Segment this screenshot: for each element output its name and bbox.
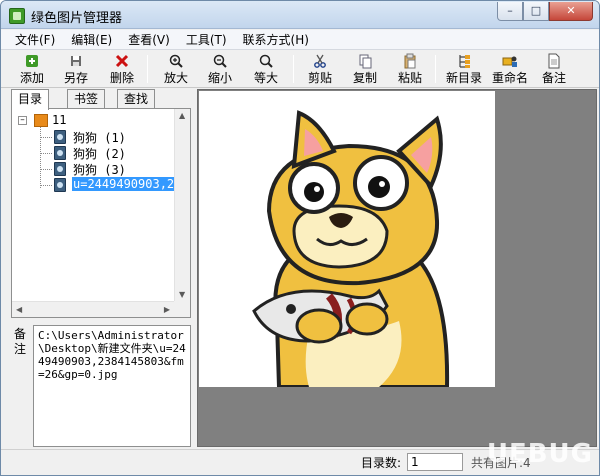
tree-horizontal-scrollbar[interactable]: ◀ ▶: [12, 301, 174, 317]
note-icon: [548, 53, 560, 69]
delete-button[interactable]: 删除: [103, 53, 141, 86]
image-file-icon: [54, 146, 66, 160]
menu-tools[interactable]: 工具(T): [178, 31, 235, 49]
scroll-left-icon[interactable]: ◀: [16, 305, 22, 314]
copy-button[interactable]: 复制: [346, 53, 384, 86]
app-logo-icon: [9, 8, 25, 24]
scroll-right-icon[interactable]: ▶: [164, 305, 170, 314]
folder-tree-icon: [459, 55, 470, 68]
toolbar: 添加 另存 删除 放大 缩小 等大 剪贴 复制 粘贴 新目录 重命名 备注: [1, 51, 599, 88]
tree-root-label[interactable]: 11: [52, 113, 66, 127]
notes-textarea[interactable]: C:\Users\Administrator\Desktop\新建文件夹\u=2…: [33, 325, 191, 447]
paste-label: 粘贴: [397, 71, 422, 85]
tree-vertical-scrollbar[interactable]: ▲ ▼: [174, 109, 190, 301]
maximize-button[interactable]: □: [523, 2, 549, 21]
rename-icon: [502, 56, 517, 67]
new-folder-button[interactable]: 新目录: [445, 53, 483, 86]
menu-view[interactable]: 查看(V): [120, 31, 178, 49]
tree-node-label: 狗狗 (1): [73, 131, 126, 145]
actual-size-label: 等大: [253, 71, 278, 85]
cut-button[interactable]: 剪贴: [301, 53, 339, 86]
menu-file[interactable]: 文件(F): [7, 31, 63, 49]
rename-label: 重命名: [491, 71, 528, 85]
delete-icon: [115, 54, 129, 68]
title-bar[interactable]: 绿色图片管理器 – □ ✕: [1, 1, 599, 29]
tree-connector: [40, 185, 52, 186]
notes-button[interactable]: 备注: [535, 53, 573, 86]
toolbar-separator: [147, 55, 148, 83]
preview-image: [199, 91, 495, 389]
zoom-in-label: 放大: [163, 71, 188, 85]
paste-button[interactable]: 粘贴: [391, 53, 429, 86]
watermark-logo: UEBUG: [486, 439, 593, 469]
save-icon: [71, 56, 81, 66]
save-as-button[interactable]: 另存: [57, 53, 95, 86]
image-file-icon: [54, 162, 66, 176]
collapse-toggle[interactable]: –: [18, 116, 27, 125]
minimize-button[interactable]: –: [497, 2, 523, 21]
tree-node-label: 狗狗 (3): [73, 163, 126, 177]
tree-connector: [40, 137, 52, 138]
app-window: 绿色图片管理器 – □ ✕ 文件(F) 编辑(E) 查看(V) 工具(T) 联系…: [0, 0, 600, 476]
window-title: 绿色图片管理器: [31, 11, 123, 26]
scroll-down-icon[interactable]: ▼: [179, 290, 185, 299]
zoom-in-button[interactable]: 放大: [157, 53, 195, 86]
directory-tree[interactable]: – 11 狗狗 (1) 狗狗 (2) 狗狗 (3) u=2449490903,2…: [11, 108, 191, 318]
toolbar-separator: [435, 55, 436, 83]
menu-bar: 文件(F) 编辑(E) 查看(V) 工具(T) 联系方式(H): [1, 30, 599, 50]
menu-contact[interactable]: 联系方式(H): [235, 31, 317, 49]
notes-label: 备注: [14, 327, 27, 356]
cut-label: 剪贴: [307, 71, 332, 85]
window-controls: – □ ✕: [497, 2, 593, 21]
tab-search[interactable]: 查找: [117, 89, 156, 109]
folder-icon: [34, 114, 48, 127]
scrollbar-corner: [174, 301, 190, 317]
add-label: 添加: [19, 71, 44, 85]
tree-connector: [40, 169, 52, 170]
add-icon: [26, 55, 38, 67]
notes-label-toolbar: 备注: [541, 71, 566, 85]
tab-directory[interactable]: 目录: [11, 89, 50, 110]
magnifier-icon: [259, 54, 273, 68]
image-file-icon: [54, 178, 66, 192]
zoom-in-icon: [169, 54, 183, 68]
zoom-out-button[interactable]: 缩小: [201, 53, 239, 86]
dir-count-value: 1: [407, 453, 463, 471]
new-folder-label: 新目录: [445, 71, 482, 85]
add-button[interactable]: 添加: [13, 53, 51, 86]
zoom-out-icon: [213, 54, 227, 68]
delete-label: 删除: [109, 71, 134, 85]
scissors-icon: [314, 54, 326, 68]
scroll-up-icon[interactable]: ▲: [179, 111, 185, 120]
dog-cartoon-image: [252, 110, 450, 389]
left-tabs: 目录 书签 查找: [9, 89, 193, 110]
image-file-icon: [54, 130, 66, 144]
tab-bookmarks[interactable]: 书签: [67, 89, 106, 109]
copy-icon: [359, 54, 372, 69]
toolbar-separator: [293, 55, 294, 83]
close-button[interactable]: ✕: [549, 2, 593, 21]
actual-size-button[interactable]: 等大: [247, 53, 285, 86]
zoom-out-label: 缩小: [207, 71, 232, 85]
save-as-label: 另存: [63, 71, 88, 85]
rename-button[interactable]: 重命名: [491, 53, 529, 86]
menu-edit[interactable]: 编辑(E): [63, 31, 120, 49]
tree-connector: [40, 153, 52, 154]
copy-label: 复制: [352, 71, 377, 85]
image-preview-panel[interactable]: [197, 89, 597, 447]
tree-node-label: u=2449490903,238: [72, 177, 190, 191]
paste-icon: [404, 53, 416, 69]
tree-node-label: 狗狗 (2): [73, 147, 126, 161]
dir-count-label: 目录数:: [361, 456, 402, 470]
